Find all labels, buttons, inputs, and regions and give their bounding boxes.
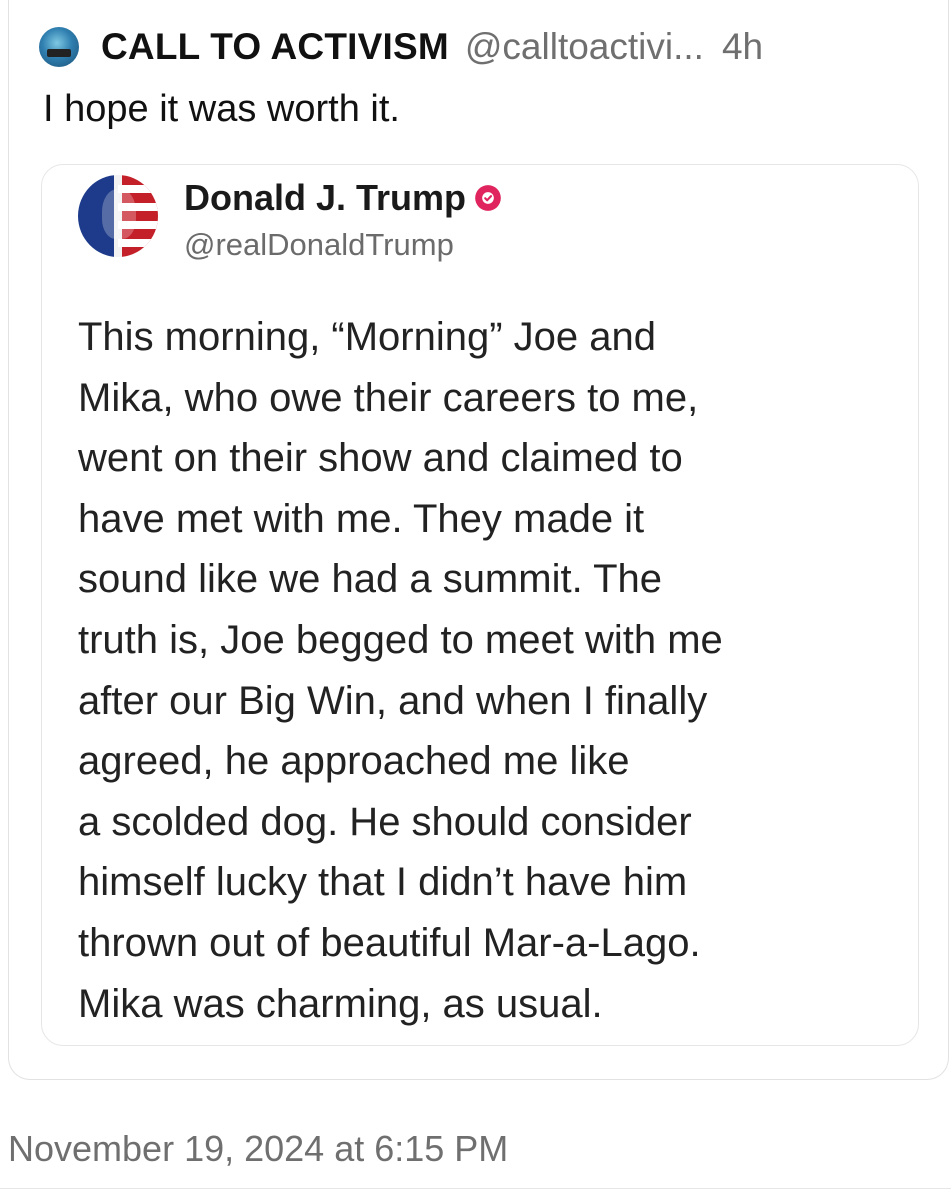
author-handle[interactable]: @calltoactivi... (465, 26, 704, 68)
quoted-body-line: a scolded dog. He should consider (78, 799, 692, 844)
flag-avatar-icon (78, 175, 158, 257)
quoted-post[interactable]: Donald J. Trump @realDonaldTrump This mo… (41, 164, 919, 1046)
avatar-icon[interactable] (39, 27, 79, 67)
quoted-body-line: have met with me. They made it (78, 496, 645, 541)
quoted-body-line: Mika, who owe their careers to me, (78, 375, 699, 420)
quoted-body-line: This morning, “Morning” Joe and (78, 315, 657, 359)
quoted-body-line: agreed, he approached me like (78, 739, 630, 784)
quoted-body-line: sound like we had a summit. The (78, 557, 663, 602)
quoted-author-handle: @realDonaldTrump (184, 227, 454, 262)
divider (0, 1188, 951, 1189)
quoted-body-line: Mika was charming, as usual. (78, 981, 603, 1026)
quoted-body-line: himself lucky that I didn’t have him (78, 860, 688, 905)
quoted-name-row: Donald J. Trump (184, 177, 502, 219)
post-header: CALL TO ACTIVISM @calltoactivi... 4h (39, 22, 763, 72)
quoted-body-line: went on their show and claimed to (78, 436, 683, 481)
quoted-body-line: after our Big Win, and when I finally (78, 678, 708, 723)
quoted-post-body: This morning, “Morning” Joe and Mika, wh… (78, 307, 898, 1034)
post-time[interactable]: 4h (722, 26, 763, 68)
quoted-body-line: truth is, Joe begged to meet with me (78, 617, 723, 662)
verified-badge-icon (475, 185, 501, 211)
quoted-author-name: Donald J. Trump (184, 177, 467, 218)
post-card[interactable]: CALL TO ACTIVISM @calltoactivi... 4h I h… (8, 0, 949, 1080)
post-text: I hope it was worth it. (43, 88, 400, 130)
post-timestamp: November 19, 2024 at 6:15 PM (8, 1128, 509, 1169)
quoted-body-line: thrown out of beautiful Mar-a-Lago. (78, 920, 701, 965)
author-name[interactable]: CALL TO ACTIVISM (101, 26, 449, 68)
